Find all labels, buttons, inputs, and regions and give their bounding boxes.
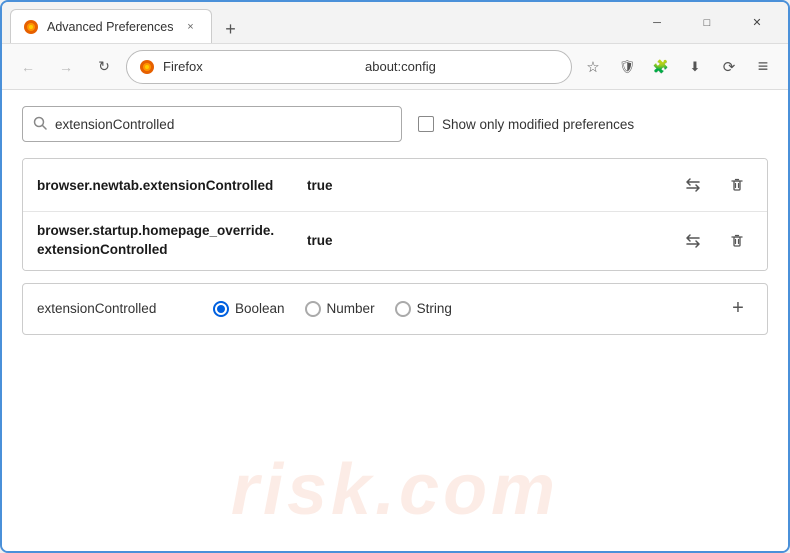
pref-value-2: true xyxy=(307,233,333,248)
firefox-logo-icon xyxy=(139,59,155,75)
minimize-button[interactable]: ─ xyxy=(634,7,680,39)
address-input: about:config xyxy=(365,59,559,74)
search-input[interactable] xyxy=(55,117,391,132)
radio-circle-boolean xyxy=(213,301,229,317)
tab-close-button[interactable]: × xyxy=(181,18,199,36)
title-bar: Advanced Preferences × + ─ □ ✕ xyxy=(2,2,788,44)
active-tab[interactable]: Advanced Preferences × xyxy=(10,9,212,43)
arrows-icon-2 xyxy=(684,232,702,250)
forward-button[interactable]: → xyxy=(50,51,82,83)
address-bar[interactable]: Firefox about:config xyxy=(126,50,572,84)
browser-name-label: Firefox xyxy=(163,59,357,74)
radio-number-label: Number xyxy=(327,301,375,316)
search-row: Show only modified preferences xyxy=(22,106,768,142)
table-row: browser.newtab.extensionControlled true xyxy=(23,159,767,212)
trash-icon-1 xyxy=(729,177,745,193)
download-button[interactable]: ⬇ xyxy=(680,52,710,82)
toggle-button-1[interactable] xyxy=(677,169,709,201)
shield-button[interactable]: 🛡 xyxy=(612,52,642,82)
add-preference-button[interactable]: + xyxy=(723,294,753,324)
refresh-button[interactable]: ↻ xyxy=(88,51,120,83)
add-preference-row: extensionControlled Boolean Number xyxy=(22,283,768,335)
maximize-button[interactable]: □ xyxy=(684,7,730,39)
new-pref-name: extensionControlled xyxy=(37,301,197,316)
delete-button-2[interactable] xyxy=(721,225,753,257)
browser-window: Advanced Preferences × + ─ □ ✕ ← → ↻ Fir… xyxy=(0,0,790,553)
show-modified-label: Show only modified preferences xyxy=(442,117,634,132)
watermark: risk.com xyxy=(231,449,559,531)
pref-value-1: true xyxy=(307,178,333,193)
radio-dot-boolean xyxy=(217,305,225,313)
trash-icon-2 xyxy=(729,233,745,249)
radio-circle-string xyxy=(395,301,411,317)
close-button[interactable]: ✕ xyxy=(734,7,780,39)
arrows-icon-1 xyxy=(684,176,702,194)
preference-search-box[interactable] xyxy=(22,106,402,142)
radio-string-label: String xyxy=(417,301,452,316)
menu-button[interactable]: ≡ xyxy=(748,52,778,82)
pref-name-1: browser.newtab.extensionControlled xyxy=(37,178,287,193)
toggle-button-2[interactable] xyxy=(677,225,709,257)
radio-boolean[interactable]: Boolean xyxy=(213,301,285,317)
nav-bar: ← → ↻ Firefox about:config ☆ 🛡 🧩 ⬇ ⟳ ≡ xyxy=(2,44,788,90)
window-controls: ─ □ ✕ xyxy=(634,7,780,39)
pref-name-2: browser.startup.homepage_override. exten… xyxy=(37,222,287,260)
radio-string[interactable]: String xyxy=(395,301,452,317)
pref-name-2-line2: extensionControlled xyxy=(37,241,287,260)
extension-button[interactable]: 🧩 xyxy=(646,52,676,82)
search-icon xyxy=(33,116,47,133)
tab-strip: Advanced Preferences × + xyxy=(10,2,630,43)
pref-name-2-line1: browser.startup.homepage_override. xyxy=(37,222,287,241)
nav-icons-right: ☆ 🛡 🧩 ⬇ ⟳ ≡ xyxy=(578,52,778,82)
tab-favicon-icon xyxy=(23,19,39,35)
table-row: browser.startup.homepage_override. exten… xyxy=(23,212,767,270)
radio-circle-number xyxy=(305,301,321,317)
back-button[interactable]: ← xyxy=(12,51,44,83)
radio-number[interactable]: Number xyxy=(305,301,375,317)
bookmark-button[interactable]: ☆ xyxy=(578,52,608,82)
radio-boolean-label: Boolean xyxy=(235,301,285,316)
results-table: browser.newtab.extensionControlled true xyxy=(22,158,768,271)
show-modified-row: Show only modified preferences xyxy=(418,116,634,132)
type-radio-group: Boolean Number String xyxy=(213,301,452,317)
history-button[interactable]: ⟳ xyxy=(714,52,744,82)
new-tab-button[interactable]: + xyxy=(216,15,244,43)
page-content: Show only modified preferences browser.n… xyxy=(2,90,788,551)
show-modified-checkbox[interactable] xyxy=(418,116,434,132)
delete-button-1[interactable] xyxy=(721,169,753,201)
tab-title: Advanced Preferences xyxy=(47,20,173,34)
